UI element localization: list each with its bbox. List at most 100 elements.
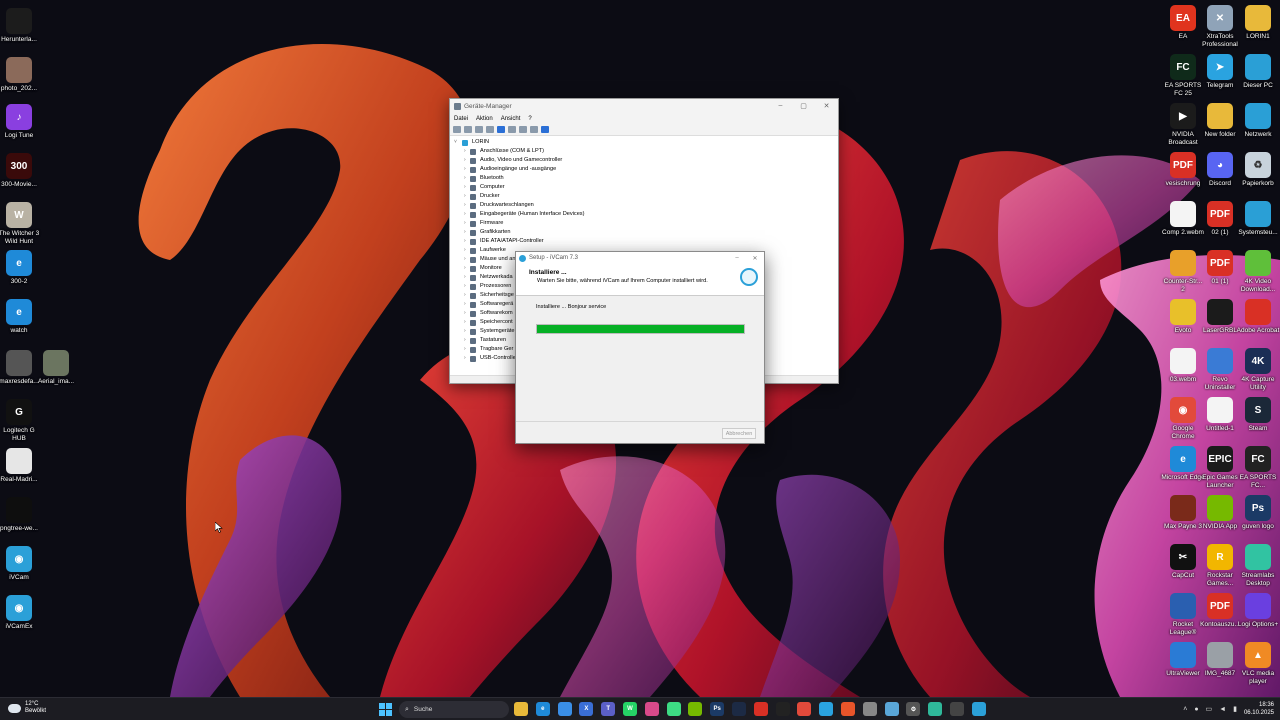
edge-taskbar-icon[interactable]: e bbox=[535, 702, 550, 716]
device-category[interactable]: › IDE ATA/ATAPI-Controller bbox=[454, 237, 834, 246]
real-madrid-shortcut[interactable]: Real-Madri... bbox=[0, 448, 41, 484]
witcher-shortcut[interactable]: W The Witcher 3 Wild Hunt bbox=[0, 202, 41, 245]
menu-aktion[interactable]: Aktion bbox=[476, 116, 493, 122]
app4-taskbar-icon[interactable] bbox=[884, 702, 899, 716]
device-category-icon bbox=[470, 319, 476, 326]
system-control-shortcut[interactable]: Systemsteu... bbox=[1236, 201, 1280, 237]
menu-ansicht[interactable]: Ansicht bbox=[501, 116, 521, 122]
lorin-folder-shortcut[interactable]: LORIN1 bbox=[1236, 5, 1280, 41]
herunterla-shortcut[interactable]: Herunterla... bbox=[0, 8, 41, 44]
settings-taskbar-icon[interactable]: ⚙ bbox=[906, 702, 921, 716]
help-icon[interactable] bbox=[497, 126, 505, 133]
this-pc-shortcut[interactable]: Dieser PC bbox=[1236, 54, 1280, 90]
device-category-label: Druckwarteschlangen bbox=[480, 202, 534, 208]
device-category[interactable]: › Audio, Video und Gamecontroller bbox=[454, 156, 834, 165]
app6-taskbar-icon[interactable] bbox=[950, 702, 964, 716]
monitor-icon[interactable] bbox=[541, 126, 549, 133]
streamlabs-shortcut[interactable]: Streamlabs Desktop bbox=[1236, 544, 1280, 587]
device-category-icon bbox=[470, 256, 476, 263]
chrome-taskbar-icon[interactable] bbox=[797, 702, 812, 716]
device-manager-titlebar[interactable]: Geräte-Manager – ▢ ✕ bbox=[450, 99, 838, 113]
list-icon[interactable] bbox=[486, 126, 494, 133]
photos-taskbar-icon[interactable] bbox=[644, 702, 659, 716]
brave-taskbar-icon[interactable] bbox=[841, 702, 855, 716]
photo-icon bbox=[6, 57, 32, 83]
microphone-icon[interactable]: ● bbox=[1194, 706, 1198, 713]
network-shortcut[interactable]: Netzwerk bbox=[1236, 103, 1280, 139]
ivcam-shortcut[interactable]: ◉ iVCam bbox=[0, 546, 41, 582]
menu-help[interactable]: ? bbox=[528, 116, 531, 122]
minimize-button[interactable]: – bbox=[769, 102, 792, 110]
4k-capture-shortcut[interactable]: 4K 4K Capture Utility bbox=[1236, 348, 1280, 391]
nvidia-taskbar-icon[interactable] bbox=[688, 702, 703, 716]
forward-arrow-icon[interactable] bbox=[464, 126, 472, 133]
app2-taskbar-icon[interactable] bbox=[775, 702, 790, 716]
device-category[interactable]: › Anschlüsse (COM & LPT) bbox=[454, 147, 834, 156]
scan-hardware-icon[interactable] bbox=[530, 126, 538, 133]
ivcam-taskbar-icon[interactable] bbox=[971, 702, 986, 716]
photoshop-file-shortcut[interactable]: Ps guven logo bbox=[1236, 495, 1280, 531]
battery-icon[interactable]: ▮ bbox=[1233, 705, 1237, 713]
taskbar-search[interactable]: ⌕ Suche bbox=[399, 701, 509, 718]
setup-title: Setup - iVCam 7.3 bbox=[529, 255, 579, 261]
steam-shortcut[interactable]: S Steam bbox=[1236, 397, 1280, 433]
shortcut-label: guven logo bbox=[1242, 523, 1274, 530]
tree-root[interactable]: ˅ LORIN bbox=[454, 138, 834, 147]
device-category[interactable]: › Grafikkarten bbox=[454, 228, 834, 237]
edge-shortcut-shortcut[interactable]: e 300-2 bbox=[0, 250, 41, 286]
device-category[interactable]: › Eingabegeräte (Human Interface Devices) bbox=[454, 210, 834, 219]
setup-titlebar[interactable]: Setup - iVCam 7.3 – ✕ bbox=[516, 252, 764, 264]
network-tray-icon[interactable]: ▭ bbox=[1206, 705, 1213, 713]
photo-shortcut[interactable]: photo_202... bbox=[0, 57, 41, 93]
pngtree-shortcut[interactable]: pngtree-we... bbox=[0, 497, 41, 533]
network-icon bbox=[1245, 103, 1271, 129]
weather-widget[interactable]: 12°C Bewölkt bbox=[8, 701, 46, 715]
ivcamex-shortcut[interactable]: ◉ iVCamEx bbox=[0, 595, 41, 631]
tray-chevron-icon[interactable]: ˄ bbox=[1183, 706, 1187, 713]
grid-icon[interactable] bbox=[508, 126, 516, 133]
update-driver-icon[interactable] bbox=[519, 126, 527, 133]
setup-minimize-button[interactable]: – bbox=[728, 255, 746, 262]
device-category[interactable]: › Computer bbox=[454, 183, 834, 192]
vlc-shortcut[interactable]: ▲ VLC media player bbox=[1236, 642, 1280, 685]
device-category[interactable]: › Audioeingänge und -ausgänge bbox=[454, 165, 834, 174]
app3-taskbar-icon[interactable] bbox=[862, 702, 877, 716]
store-taskbar-icon[interactable] bbox=[557, 702, 572, 716]
device-category[interactable]: › Druckwarteschlangen bbox=[454, 201, 834, 210]
ea-fc-shortcut[interactable]: FC EA SPORTS FC... bbox=[1236, 446, 1280, 489]
device-category[interactable]: › Firmware bbox=[454, 219, 834, 228]
close-button[interactable]: ✕ bbox=[815, 102, 838, 110]
device-category[interactable]: › Drucker bbox=[454, 192, 834, 201]
setup-close-button[interactable]: ✕ bbox=[746, 255, 764, 262]
android-taskbar-icon[interactable] bbox=[666, 702, 681, 716]
edge-watch-shortcut[interactable]: e watch bbox=[0, 299, 41, 335]
movies-shortcut[interactable]: 300 300-Movie... bbox=[0, 153, 41, 189]
volume-icon[interactable]: ◄ bbox=[1219, 706, 1226, 713]
xtools-taskbar-icon[interactable]: X bbox=[579, 702, 594, 716]
device-category-icon bbox=[470, 274, 476, 281]
recycle-bin-shortcut[interactable]: ♻ Papierkorb bbox=[1236, 152, 1280, 188]
start-button[interactable] bbox=[379, 703, 392, 716]
aerial-image-shortcut[interactable]: Aerial_ima... bbox=[34, 350, 78, 386]
photoshop-taskbar-icon[interactable]: Ps bbox=[710, 702, 725, 716]
clock[interactable]: 18:36 06.10.2025 bbox=[1244, 701, 1274, 717]
menu-datei[interactable]: Datei bbox=[454, 116, 468, 122]
logi-options-shortcut[interactable]: Logi Options+ bbox=[1236, 593, 1280, 629]
explorer-taskbar-icon[interactable] bbox=[514, 702, 528, 716]
pdf-taskbar-icon[interactable] bbox=[753, 702, 768, 716]
telegram-taskbar-icon[interactable] bbox=[819, 702, 834, 716]
4k-video-shortcut[interactable]: 4K Video Download... bbox=[1236, 250, 1280, 293]
teams-taskbar-icon[interactable]: T bbox=[601, 702, 616, 716]
setup-dialog[interactable]: Setup - iVCam 7.3 – ✕ Installiere ... Wa… bbox=[515, 251, 765, 444]
logitech-ghub-shortcut[interactable]: G Logitech G HUB bbox=[0, 399, 41, 442]
acrobat-shortcut[interactable]: Adobe Acrobat bbox=[1236, 299, 1280, 335]
back-arrow-icon[interactable] bbox=[453, 126, 461, 133]
maximize-button[interactable]: ▢ bbox=[792, 102, 815, 110]
cancel-button[interactable]: Abbrechen bbox=[722, 428, 756, 439]
whatsapp-taskbar-icon[interactable]: W bbox=[623, 702, 637, 716]
logi-tune-shortcut[interactable]: ♪ Logi Tune bbox=[0, 104, 41, 140]
app5-taskbar-icon[interactable] bbox=[928, 702, 943, 716]
device-category[interactable]: › Bluetooth bbox=[454, 174, 834, 183]
properties-icon[interactable] bbox=[475, 126, 483, 133]
app-taskbar-icon[interactable] bbox=[732, 702, 746, 716]
